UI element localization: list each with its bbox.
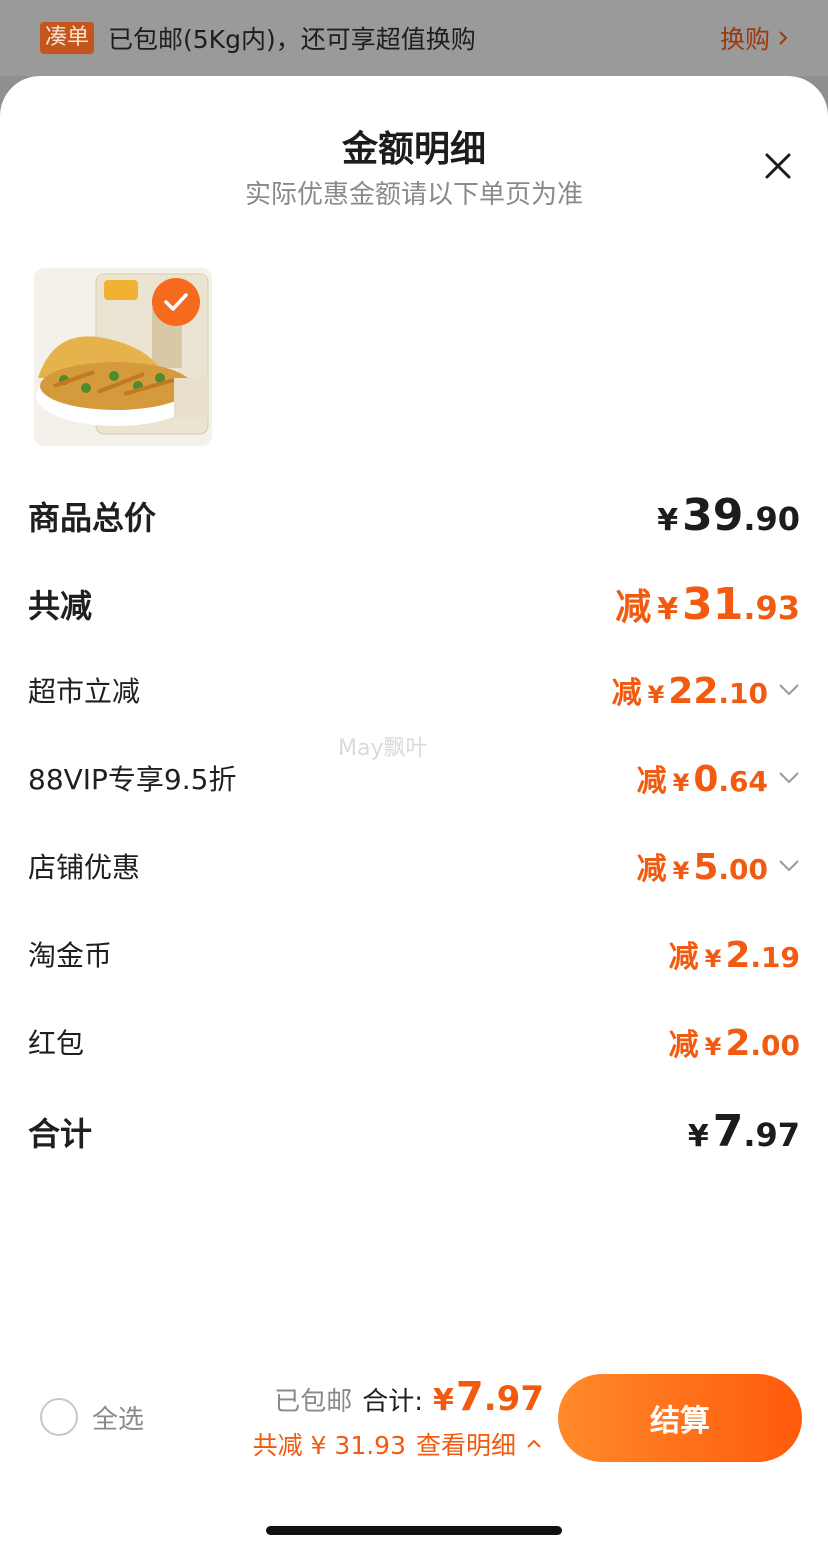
row-taobao-coins: 淘金币 减 ¥ 2 .19	[28, 932, 800, 976]
checkout-bar: 全选 已包邮 合计: ¥ 7 .97 共减 ¥ 31.93 查看明细 结算	[0, 1374, 828, 1494]
row-label: 超市立减	[28, 675, 141, 708]
check-icon	[164, 293, 188, 311]
exchange-link[interactable]: 换购	[720, 20, 788, 56]
discount-prefix: 减	[668, 1028, 699, 1063]
row-grand-total: 合计 ¥ 7 .97	[28, 1106, 800, 1157]
home-indicator	[266, 1526, 562, 1535]
row-amount: 减 ¥ 31 .93	[615, 578, 800, 630]
select-all-radio[interactable]	[40, 1398, 78, 1436]
close-icon[interactable]	[764, 152, 792, 180]
banner-text: 已包邮(5Kg内)，还可享超值换购	[108, 25, 476, 54]
amount-integer: 2	[725, 935, 751, 976]
row-amount: ¥ 39 .90	[651, 490, 800, 541]
amount-decimal: .93	[743, 589, 800, 627]
total-summary: 已包邮 合计: ¥ 7 .97	[274, 1374, 544, 1420]
chevron-up-icon	[527, 1439, 541, 1448]
selected-check-badge[interactable]	[152, 278, 200, 326]
amount-decimal: .00	[750, 1029, 800, 1062]
amount-integer: 0	[693, 759, 719, 800]
row-amount: 减 ¥ 2 .19	[669, 932, 800, 976]
discount-prefix: 减	[636, 764, 667, 799]
chevron-right-icon	[779, 31, 788, 45]
discount-prefix: 减	[636, 852, 667, 887]
row-amount: 减 ¥ 2 .00	[669, 1020, 800, 1064]
yen-symbol: ¥	[657, 592, 679, 627]
checkout-button[interactable]: 结算	[558, 1374, 802, 1462]
amount-integer: 7	[455, 1374, 484, 1420]
discount-prefix: 减	[668, 940, 699, 975]
row-label: 合计	[28, 1114, 93, 1153]
chevron-down-icon[interactable]	[778, 859, 800, 873]
amount-integer: 31	[682, 579, 744, 630]
row-label: 淘金币	[28, 939, 113, 972]
view-detail-link[interactable]: 查看明细	[416, 1426, 516, 1462]
row-label: 红包	[28, 1027, 85, 1060]
row-label: 店铺优惠	[28, 851, 141, 884]
row-label: 88VIP专享9.5折	[28, 763, 237, 796]
yen-symbol: ¥	[672, 769, 690, 797]
discount-prefix: 减	[615, 587, 652, 628]
row-amount: 减 ¥ 22 .10	[612, 668, 800, 712]
chevron-down-icon[interactable]	[778, 771, 800, 785]
row-amount: 减 ¥ 0 .64	[637, 756, 800, 800]
yen-symbol: ¥	[647, 681, 665, 709]
amount-detail-sheet: 金额明细 实际优惠金额请以下单页为准 May飘叶 商品总价 ¥ 39 .90 共…	[0, 76, 828, 1552]
row-red-packet: 红包 减 ¥ 2 .00	[28, 1020, 800, 1064]
amount-decimal: .90	[743, 500, 800, 538]
chevron-down-icon[interactable]	[778, 683, 800, 697]
sheet-title: 金额明细	[341, 129, 486, 170]
row-amount: ¥ 7 .97	[682, 1106, 800, 1157]
yen-symbol: ¥	[704, 1033, 722, 1061]
amount-decimal: .19	[750, 941, 800, 974]
yen-symbol: ¥	[704, 945, 722, 973]
yen-symbol: ¥	[433, 1383, 454, 1418]
sheet-subtitle: 实际优惠金额请以下单页为准	[244, 180, 583, 210]
top-banner: 凑单 已包邮(5Kg内)，还可享超值换购 换购	[0, 0, 828, 76]
row-88vip-discount[interactable]: 88VIP专享9.5折 减 ¥ 0 .64	[28, 756, 800, 800]
amount-integer: 39	[682, 490, 744, 541]
yen-symbol: ¥	[657, 503, 679, 538]
amount-decimal: .10	[718, 677, 768, 710]
total-label: 合计:	[362, 1387, 424, 1417]
amount-decimal: .64	[718, 765, 768, 798]
amount-integer: 5	[693, 847, 719, 888]
total-amount: ¥ 7 .97	[433, 1374, 544, 1420]
select-all-label: 全选	[92, 1404, 145, 1435]
yen-symbol: ¥	[672, 857, 690, 885]
row-label: 商品总价	[28, 498, 157, 537]
amount-integer: 22	[668, 671, 719, 712]
amount-decimal: .97	[743, 1116, 800, 1154]
amount-decimal: .97	[483, 1379, 544, 1419]
amount-integer: 2	[725, 1023, 751, 1064]
row-label: 共减	[28, 587, 93, 625]
row-goods-total: 商品总价 ¥ 39 .90	[28, 490, 800, 541]
row-total-discount: 共减 减 ¥ 31 .93	[28, 578, 800, 630]
row-supermarket-discount[interactable]: 超市立减 减 ¥ 22 .10	[28, 668, 800, 712]
row-amount: 减 ¥ 5 .00	[637, 844, 800, 888]
bundle-tag: 凑单	[40, 22, 95, 54]
free-shipping-label: 已包邮	[274, 1387, 353, 1417]
amount-decimal: .00	[718, 853, 768, 886]
amount-integer: 7	[712, 1106, 744, 1157]
yen-symbol: ¥	[687, 1119, 709, 1154]
discount-summary-text: 共减 ¥ 31.93	[252, 1431, 406, 1460]
exchange-link-label: 换购	[719, 25, 770, 54]
discount-summary[interactable]: 共减 ¥ 31.93 查看明细	[253, 1426, 542, 1462]
select-all-toggle[interactable]: 全选	[40, 1398, 144, 1436]
row-store-discount[interactable]: 店铺优惠 减 ¥ 5 .00	[28, 844, 800, 888]
discount-prefix: 减	[611, 676, 642, 711]
